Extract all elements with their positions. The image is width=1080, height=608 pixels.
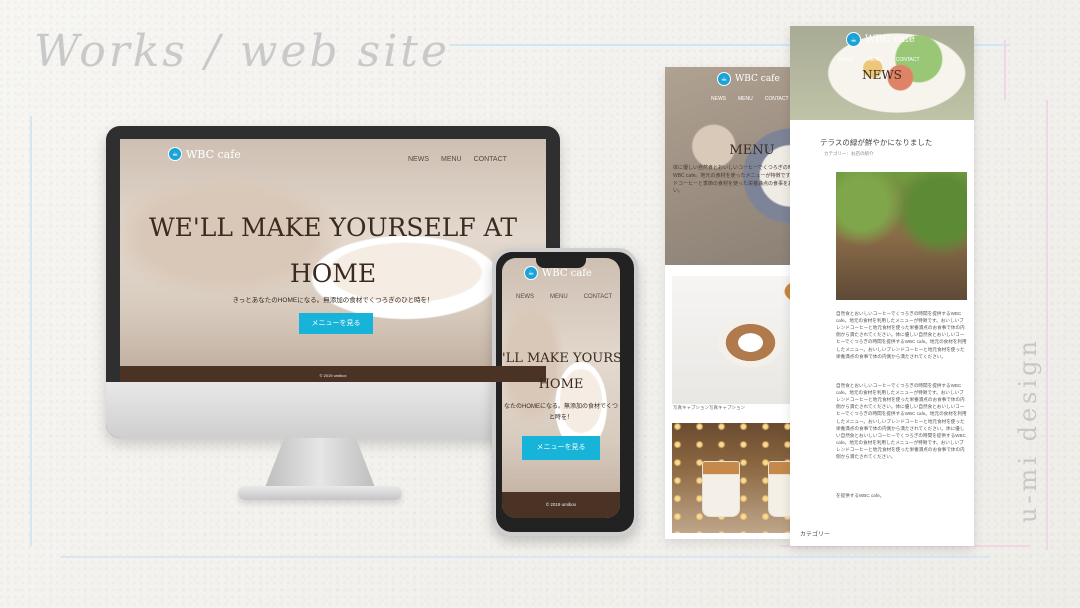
phone-nav-contact[interactable]: CONTACT bbox=[584, 294, 613, 300]
desktop-copyright: © 2019 umibox bbox=[319, 373, 347, 378]
menu-page-logo[interactable]: ☕ WBC cafe bbox=[717, 72, 780, 86]
desktop-logo-text: WBC cafe bbox=[186, 147, 241, 161]
phone-nav-news[interactable]: NEWS bbox=[516, 294, 534, 300]
photo-caption: 写真キャプション写真キャプション bbox=[673, 405, 745, 410]
news-page-nav-contact[interactable]: CONTACT bbox=[896, 57, 920, 63]
phone-menu-button[interactable]: メニューを見る bbox=[522, 436, 600, 460]
frame-line-left bbox=[30, 116, 32, 546]
coffee-cup-icon: ☕ bbox=[846, 32, 861, 47]
news-category-meta: カテゴリー：お店の紹介 bbox=[824, 151, 874, 156]
nav-contact[interactable]: CONTACT bbox=[474, 156, 507, 163]
coffee-cup-icon: ☕ bbox=[524, 266, 538, 280]
hero-title-line1: WE'LL MAKE YOURSELF AT bbox=[148, 213, 518, 242]
coffee-cup-icon: ☕ bbox=[168, 147, 182, 161]
desktop-menu-button[interactable]: メニューを見る bbox=[299, 313, 373, 334]
news-paragraph-1: 自然食とおいしいコーヒーでくつろぎの時間を提供するWBC cafe。地元の食材を… bbox=[836, 311, 967, 359]
phone-nav: NEWS MENU CONTACT bbox=[516, 294, 612, 300]
menu-page-nav-news[interactable]: NEWS bbox=[711, 96, 726, 102]
menu-page-nav-menu[interactable]: MENU bbox=[738, 96, 753, 102]
desktop-footer: © 2019 umibox bbox=[120, 366, 546, 382]
news-page-logo-text: WBC cafe bbox=[865, 34, 915, 45]
phone-logo[interactable]: ☕ WBC cafe bbox=[524, 266, 592, 280]
news-headline: テラスの緑が鮮やかになりました bbox=[820, 138, 933, 147]
news-page-mockup: ☕ WBC cafe NEWS MENU CONTACT NEWS テラスの緑が… bbox=[790, 26, 974, 546]
phone-hero-title: 'LL MAKE YOURSELF HOME bbox=[502, 346, 620, 398]
frame-line-right-2 bbox=[1004, 40, 1006, 100]
news-page-nav: NEWS MENU CONTACT bbox=[838, 57, 920, 63]
phone-screen: ☕ WBC cafe NEWS MENU CONTACT 'LL MAKE YO… bbox=[502, 258, 620, 518]
menu-page-logo-text: WBC cafe bbox=[735, 74, 780, 84]
phone-nav-menu[interactable]: MENU bbox=[550, 294, 568, 300]
news-page-nav-menu[interactable]: MENU bbox=[867, 57, 882, 63]
terrace-photo bbox=[836, 172, 967, 300]
news-page-nav-news[interactable]: NEWS bbox=[838, 57, 853, 63]
monitor-stand-base bbox=[238, 486, 402, 500]
coffee-cup-icon: ☕ bbox=[717, 72, 731, 86]
desktop-screen: ☕ WBC cafe NEWS MENU CONTACT WE'LL MAKE … bbox=[120, 139, 546, 382]
side-brand: u-mi design bbox=[1014, 336, 1042, 524]
news-category-label: カテゴリー bbox=[800, 532, 831, 538]
frame-line-right bbox=[1046, 100, 1048, 550]
phone-hero-title-line2: HOME bbox=[538, 377, 584, 392]
frame-line-bottom bbox=[60, 556, 990, 558]
cup-left bbox=[702, 461, 740, 517]
phone-footer: © 2019 umibox bbox=[502, 492, 620, 518]
hero-title-line2: HOME bbox=[289, 259, 377, 288]
desktop-hero-title: WE'LL MAKE YOURSELF AT HOME bbox=[120, 205, 546, 297]
news-page-logo[interactable]: ☕ WBC cafe bbox=[846, 32, 915, 47]
news-paragraph-3: を提供するWBC cafe。 bbox=[836, 493, 885, 498]
page-heading: Works / web site bbox=[34, 26, 451, 77]
menu-page-nav-contact[interactable]: CONTACT bbox=[765, 96, 789, 102]
phone-logo-text: WBC cafe bbox=[542, 267, 592, 279]
menu-page-nav: NEWS MENU CONTACT bbox=[711, 96, 789, 102]
phone-hero-title-line1: 'LL MAKE YOURSELF bbox=[502, 351, 620, 366]
nav-news[interactable]: NEWS bbox=[408, 156, 429, 163]
phone-notch bbox=[536, 258, 586, 268]
phone-hero-subtitle: なたのHOMEになる。無添加の食材でくつ と時を！ bbox=[502, 402, 620, 424]
phone-hero-sub-line2: と時を！ bbox=[548, 415, 573, 421]
nav-menu[interactable]: MENU bbox=[441, 156, 462, 163]
desktop-nav: NEWS MENU CONTACT bbox=[408, 156, 507, 163]
desktop-logo[interactable]: ☕ WBC cafe bbox=[168, 147, 241, 161]
phone-hero-sub-line1: なたのHOMEになる。無添加の食材でくつ bbox=[503, 404, 618, 410]
news-paragraph-2: 自然食とおいしいコーヒーでくつろぎの時間を提供するWBC cafe。地元の食材を… bbox=[836, 383, 967, 460]
desktop-hero-subtitle: きっとあなたのHOMEになる。無添加の食材でくつろぎのひと時を！ bbox=[232, 297, 434, 304]
news-page-title: NEWS bbox=[862, 68, 902, 82]
phone-copyright: © 2019 umibox bbox=[545, 502, 577, 507]
